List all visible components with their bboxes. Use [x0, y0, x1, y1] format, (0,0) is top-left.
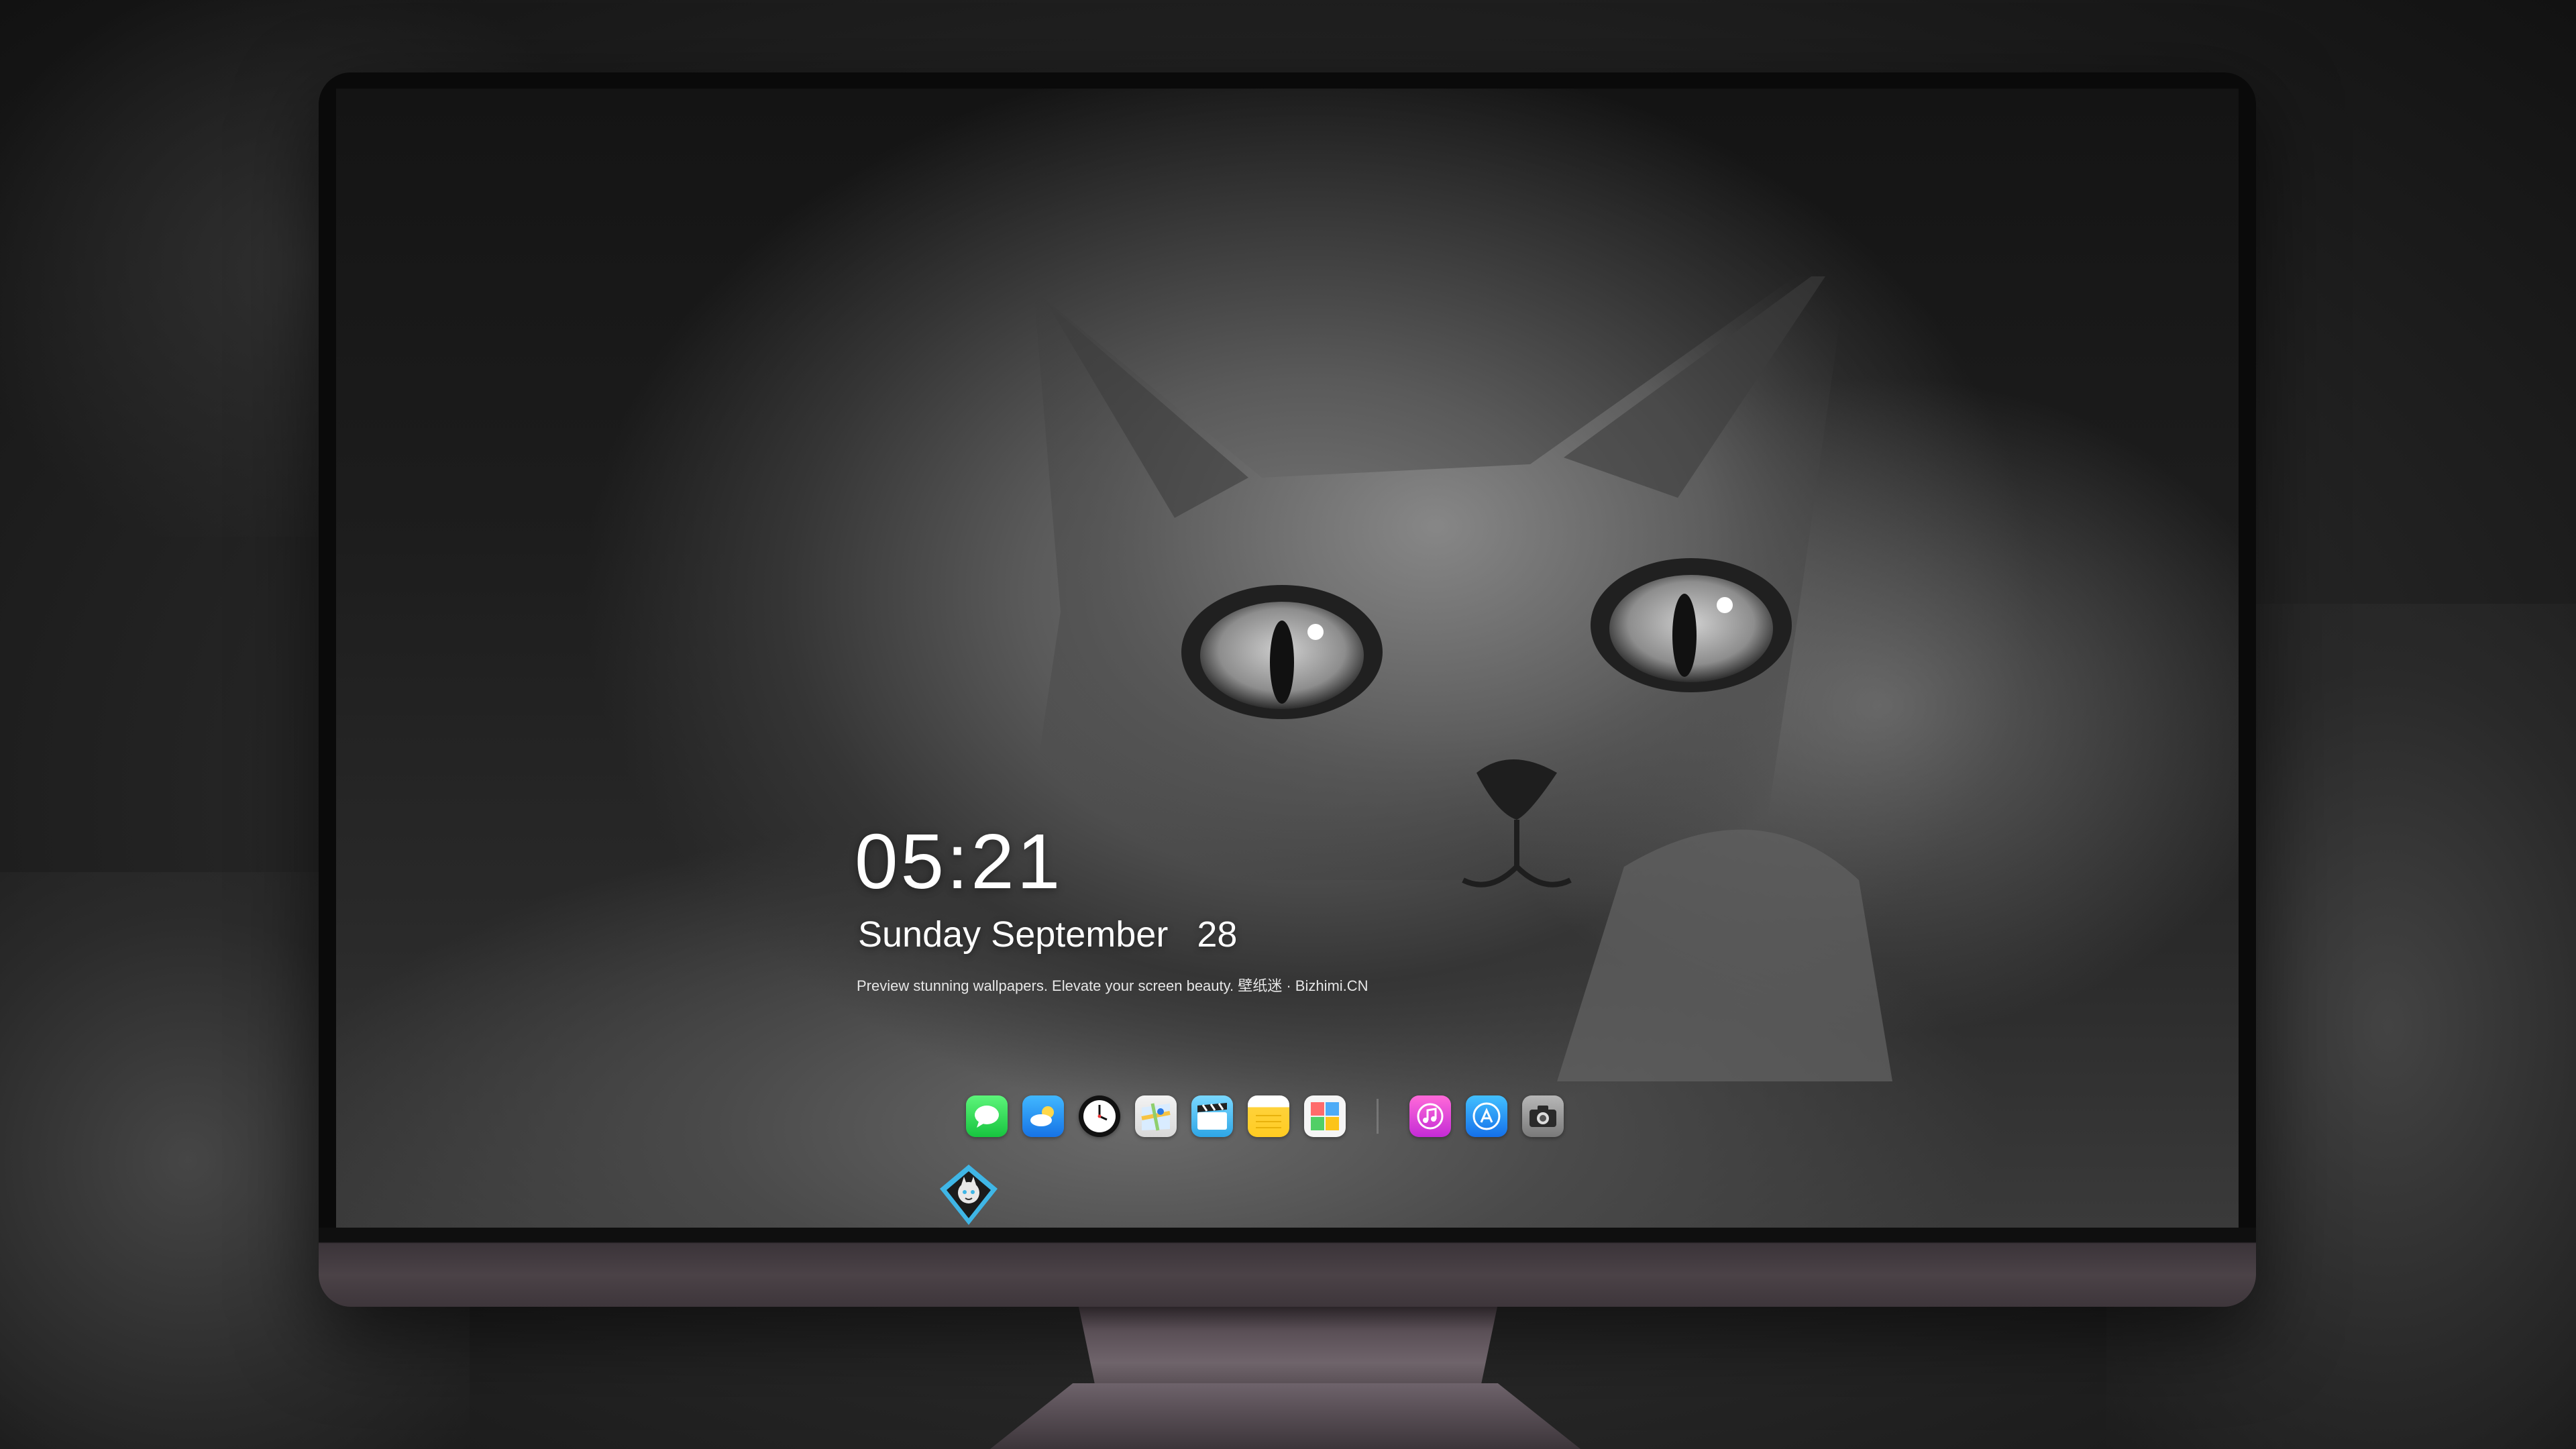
lock-screen-date: Sunday September 28	[858, 914, 1237, 955]
weather-icon[interactable]	[1022, 1095, 1064, 1137]
monitor-chin	[319, 1228, 2256, 1307]
weekday: Sunday	[858, 914, 981, 955]
messages-icon[interactable]	[966, 1095, 1008, 1137]
month: September	[991, 914, 1169, 955]
monitor-stand-neck	[1079, 1307, 1497, 1387]
dock	[966, 1085, 1578, 1147]
videos-icon[interactable]	[1191, 1095, 1233, 1137]
app-store-icon[interactable]	[1466, 1095, 1507, 1137]
monitor-stand-base	[990, 1383, 1580, 1449]
day-number: 28	[1197, 914, 1238, 955]
music-icon[interactable]	[1409, 1095, 1451, 1137]
maps-icon[interactable]	[1135, 1095, 1177, 1137]
lock-screen-clock: 05:21	[855, 818, 1063, 905]
wallpaper-tagline: Preview stunning wallpapers. Elevate you…	[857, 977, 1368, 994]
photos-icon[interactable]	[1304, 1095, 1346, 1137]
bizhimi-logo-icon	[940, 1165, 998, 1225]
lock-screen: 05:21 Sunday September 28 Preview stunni…	[336, 89, 2239, 1228]
kitten-wallpaper-image	[1020, 276, 1892, 1081]
camera-icon[interactable]	[1522, 1095, 1564, 1137]
clock-icon[interactable]	[1079, 1095, 1120, 1137]
notes-icon[interactable]	[1248, 1095, 1289, 1137]
dock-separator	[1377, 1099, 1379, 1134]
